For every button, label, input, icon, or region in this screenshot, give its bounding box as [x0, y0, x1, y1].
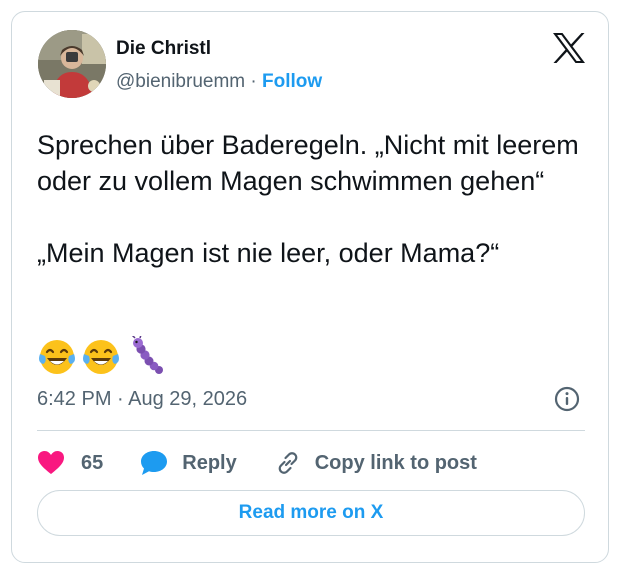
like-count: 65	[81, 451, 104, 474]
info-icon[interactable]	[554, 386, 580, 412]
separator-dot: ·	[245, 71, 263, 92]
read-more-button[interactable]: Read more on X	[37, 490, 585, 536]
link-icon	[275, 450, 301, 476]
emoji-row	[37, 336, 165, 376]
face-with-tears-of-joy-icon	[81, 336, 121, 376]
reply-label: Reply	[182, 451, 237, 474]
action-bar: 65 Reply Copy link to post	[37, 448, 477, 478]
divider	[37, 430, 585, 431]
tweet-timestamp[interactable]: 6:42 PM · Aug 29, 2026	[37, 388, 247, 411]
author-handle-row: @bienibruemm · Follow	[116, 71, 322, 93]
copy-link-label: Copy link to post	[314, 451, 477, 474]
tweet-card: Die Christl @bienibruemm · Follow Sprech…	[11, 11, 609, 563]
copy-link-button[interactable]: Copy link to post	[275, 450, 477, 476]
bug-icon	[125, 336, 165, 376]
avatar[interactable]	[38, 30, 106, 98]
heart-icon	[37, 450, 65, 476]
reply-button[interactable]: Reply	[140, 450, 237, 476]
tweet-text: Sprechen über Baderegeln. „Nicht mit lee…	[37, 127, 597, 271]
author-handle[interactable]: @bienibruemm	[116, 71, 245, 92]
author-name[interactable]: Die Christl	[116, 38, 211, 60]
tweet-paragraph: „Mein Magen ist nie leer, oder Mama?“	[37, 238, 500, 268]
like-button[interactable]: 65	[37, 450, 103, 476]
face-with-tears-of-joy-icon	[37, 336, 77, 376]
speech-bubble-icon	[140, 450, 168, 476]
follow-link[interactable]: Follow	[262, 71, 322, 92]
x-logo-icon[interactable]	[552, 32, 586, 64]
tweet-paragraph: Sprechen über Baderegeln. „Nicht mit lee…	[37, 130, 579, 196]
